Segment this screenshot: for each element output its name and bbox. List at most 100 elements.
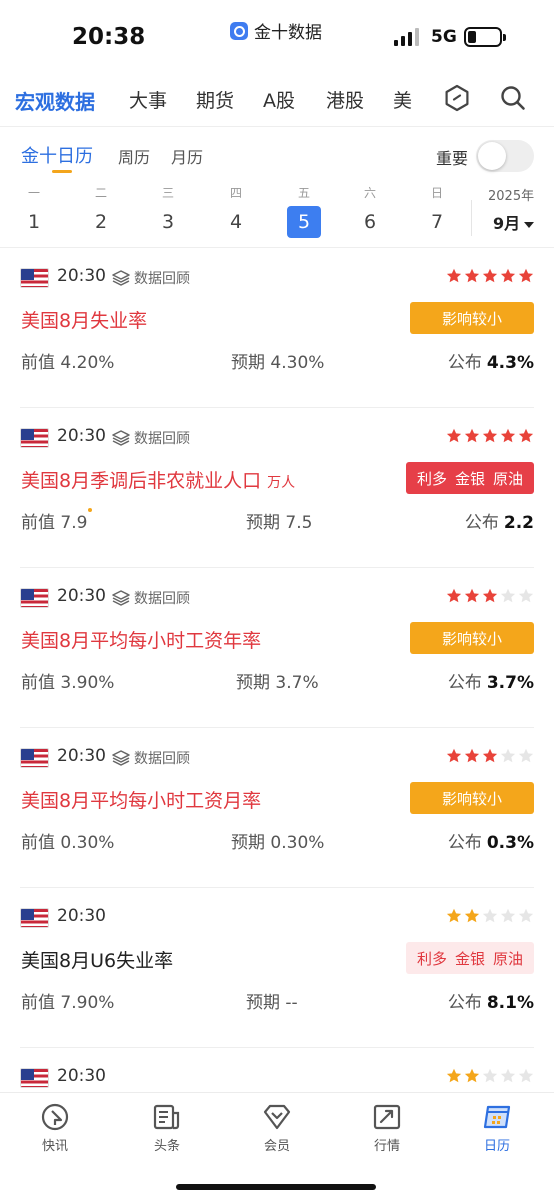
star-icon xyxy=(500,428,516,443)
us-flag-icon xyxy=(20,748,49,768)
previous-value: 前值 7.9 xyxy=(21,508,93,533)
event-title-text: 美国8月季调后非农就业人口 xyxy=(21,470,262,492)
tab-us-stocks[interactable]: 美 xyxy=(393,86,412,113)
hexagon-menu-icon[interactable] xyxy=(443,84,471,112)
data-review-link[interactable]: 数据回顾 xyxy=(112,268,190,288)
badge-label: 影响较小 xyxy=(441,309,502,328)
calendar-icon xyxy=(483,1105,511,1129)
important-toggle[interactable] xyxy=(476,140,534,172)
expected-number: 7.5 xyxy=(285,513,313,533)
status-time: 20:38 xyxy=(72,24,146,50)
previous-label: 前值 xyxy=(21,833,55,853)
subtab-jin10-calendar[interactable]: 金十日历 xyxy=(21,142,93,168)
importance-stars xyxy=(446,908,534,924)
previous-value: 前值 4.20% xyxy=(21,348,114,373)
published-value: 公布 2.2 xyxy=(465,508,534,533)
star-icon xyxy=(518,748,534,763)
impact-badge: 影响较小 xyxy=(410,622,534,654)
published-label: 公布 xyxy=(447,673,482,693)
weekday-label: 二 xyxy=(94,186,107,200)
event-item[interactable]: 20:30 数据回顾 美国8月平均每小时工资年率 影响较小 前值 3.90% 预… xyxy=(0,568,554,728)
impact-badge: 利多 金银 原油 xyxy=(405,462,534,494)
nav-membership[interactable]: 会员 xyxy=(247,1101,307,1154)
us-flag-icon xyxy=(20,908,49,928)
nav-flash-news[interactable]: 快讯 xyxy=(25,1101,85,1154)
event-item[interactable]: 20:30 数据回顾 美国8月平均每小时工资月率 影响较小 前值 0.30% 预… xyxy=(0,728,554,888)
event-title: 美国8月平均每小时工资年率 xyxy=(21,626,261,653)
expected-number: -- xyxy=(285,993,298,1013)
event-title: 美国8月失业率 xyxy=(21,306,147,333)
published-value: 公布 0.3% xyxy=(448,828,534,853)
tab-futures[interactable]: 期货 xyxy=(196,86,234,113)
nav-market[interactable]: 行情 xyxy=(357,1101,417,1154)
star-icon xyxy=(446,268,462,283)
star-icon xyxy=(446,1068,462,1083)
published-value: 公布 8.1% xyxy=(448,988,534,1013)
review-label: 数据回顾 xyxy=(134,271,190,287)
event-title-text: 美国8月平均每小时工资年率 xyxy=(21,630,262,652)
star-icon xyxy=(500,268,516,283)
day-number: 7 xyxy=(430,211,444,233)
nav-headlines[interactable]: 头条 xyxy=(137,1101,197,1154)
subtab-month-calendar[interactable]: 月历 xyxy=(171,144,203,168)
data-review-link[interactable]: 数据回顾 xyxy=(112,588,190,608)
subtab-week-calendar[interactable]: 周历 xyxy=(118,144,150,168)
layers-icon xyxy=(112,590,130,606)
event-values: 前值 4.20% 预期 4.30% 公布 4.3% xyxy=(21,348,534,373)
day-thursday[interactable]: 四4 xyxy=(219,184,253,238)
star-icon xyxy=(518,588,534,603)
importance-stars xyxy=(446,588,534,604)
badge-tag: 金银 xyxy=(454,469,485,488)
day-saturday[interactable]: 六6 xyxy=(353,184,387,238)
review-label: 数据回顾 xyxy=(134,751,190,767)
day-number: 5 xyxy=(287,206,321,238)
star-icon xyxy=(482,428,498,443)
weekday-label: 六 xyxy=(363,186,376,200)
previous-number: 4.20% xyxy=(60,353,115,373)
day-friday-selected[interactable]: 五5 xyxy=(287,184,321,238)
us-flag-icon xyxy=(20,268,49,288)
expected-value: 预期 -- xyxy=(246,988,298,1013)
month-dropdown[interactable]: 9月 xyxy=(493,210,534,234)
year-label: 2025年 xyxy=(488,189,535,204)
data-review-link[interactable]: 数据回顾 xyxy=(112,428,190,448)
tab-hk-stocks[interactable]: 港股 xyxy=(326,86,364,113)
star-icon xyxy=(464,908,480,923)
day-monday[interactable]: 一1 xyxy=(17,184,51,238)
tab-big-events[interactable]: 大事 xyxy=(129,86,167,113)
expected-label: 预期 xyxy=(246,993,280,1013)
published-number: 4.3% xyxy=(486,353,534,373)
day-sunday[interactable]: 日7 xyxy=(420,184,454,238)
star-icon xyxy=(482,908,498,923)
day-tuesday[interactable]: 二2 xyxy=(84,184,118,238)
event-title-text: 美国8月平均每小时工资月率 xyxy=(21,790,262,812)
search-icon[interactable] xyxy=(499,84,527,112)
event-item[interactable]: 20:30 数据回顾 美国8月季调后非农就业人口 万人 利多 金银 原油 前值 7.9… xyxy=(0,408,554,568)
badge-tag: 原油 xyxy=(492,469,523,488)
star-icon xyxy=(500,1068,516,1083)
previous-number: 7.90% xyxy=(60,993,115,1013)
expected-number: 0.30% xyxy=(270,833,325,853)
badge-tag: 金银 xyxy=(454,949,485,968)
event-item[interactable]: 20:30 美国8月U6失业率 利多 金银 原油 前值 7.90% 预期 -- 公布… xyxy=(0,888,554,1048)
layers-icon xyxy=(112,270,130,286)
data-review-link[interactable]: 数据回顾 xyxy=(112,748,190,768)
event-unit: 万人 xyxy=(267,475,296,491)
event-title-text: 美国8月失业率 xyxy=(21,310,148,332)
star-icon xyxy=(518,268,534,283)
star-icon xyxy=(482,588,498,603)
nav-label: 头条 xyxy=(153,1139,180,1154)
previous-label: 前值 xyxy=(21,513,55,533)
published-value: 公布 4.3% xyxy=(448,348,534,373)
tab-macro-data[interactable]: 宏观数据 xyxy=(15,86,95,115)
app-name: 金十数据 xyxy=(254,23,322,43)
tab-a-shares[interactable]: A股 xyxy=(263,86,295,113)
top-tab-bar: 宏观数据 大事 期货 A股 港股 美 xyxy=(0,78,554,122)
event-item[interactable]: 20:30 数据回顾 美国8月失业率 影响较小 前值 4.20% 预期 4.30… xyxy=(0,248,554,408)
nav-calendar[interactable]: 日历 xyxy=(467,1101,527,1154)
expected-label: 预期 xyxy=(231,833,265,853)
star-icon xyxy=(446,428,462,443)
previous-label: 前值 xyxy=(21,993,55,1013)
day-wednesday[interactable]: 三3 xyxy=(151,184,185,238)
impact-badge: 影响较小 xyxy=(410,782,534,814)
